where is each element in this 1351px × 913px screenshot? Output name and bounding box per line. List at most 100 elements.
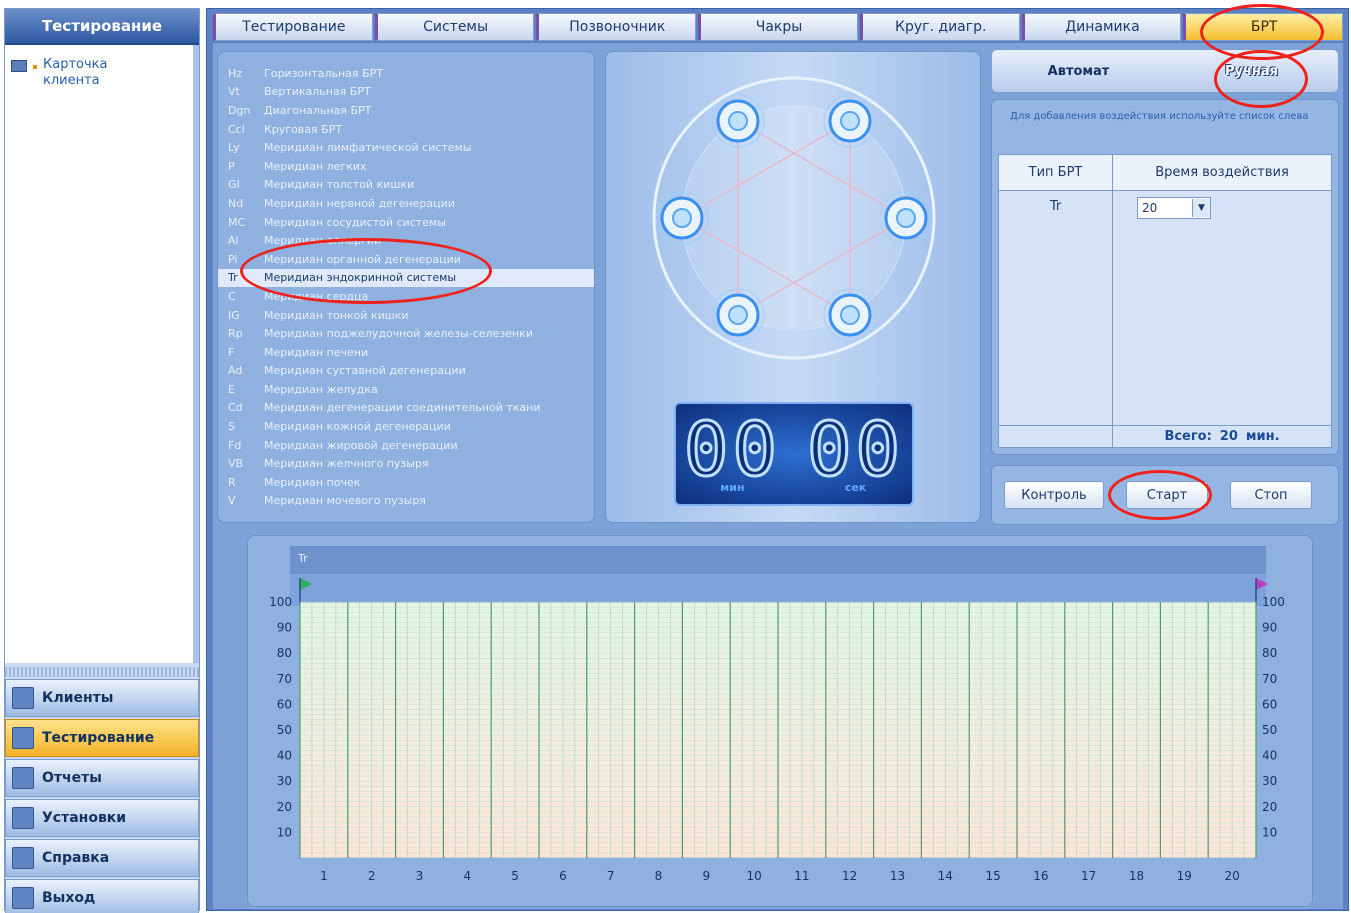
meridian-name: Меридиан тонкой кишки — [264, 308, 409, 322]
sidebar-splitter[interactable] — [5, 667, 199, 677]
chevron-down-icon[interactable]: ▼ — [1192, 199, 1210, 217]
meridian-code: Vt — [228, 85, 240, 99]
meridian-name: Меридиан эндокринной системы — [264, 271, 457, 285]
tab-2[interactable]: Позвоночник — [536, 13, 697, 41]
x-tick: 7 — [607, 869, 615, 883]
sidebar-item-3[interactable]: Установки — [5, 799, 199, 837]
list-item[interactable]: V Меридиан мочевого пузыря — [218, 492, 594, 511]
y-tick-right: 40 — [1262, 749, 1277, 763]
list-item[interactable]: Fd Меридиан жировой дегенерации — [218, 436, 594, 455]
list-item[interactable]: Nd Меридиан нервной дегенерации — [218, 194, 594, 213]
y-tick-left: 60 — [277, 697, 292, 711]
meridian-name: Меридиан сердца — [264, 289, 369, 303]
list-item[interactable]: Ad Меридиан суставной дегенерации — [218, 362, 594, 381]
clients-icon — [12, 687, 34, 709]
list-item[interactable]: Tr Меридиан эндокринной системы — [218, 268, 594, 288]
meridian-code: IG — [228, 308, 240, 322]
mode-manual-button[interactable]: Ручная — [1165, 50, 1338, 92]
tree-item-label: Карточка клиента — [43, 57, 108, 88]
y-tick-left: 90 — [277, 621, 292, 635]
col-header-time: Время воздействия — [1155, 165, 1289, 180]
y-tick-right: 50 — [1262, 723, 1277, 737]
sidebar-item-5[interactable]: Выход — [5, 879, 199, 913]
list-item[interactable]: E Меридиан желудка — [218, 380, 594, 399]
list-item[interactable]: Cd Меридиан дегенерации соединительной тк… — [218, 399, 594, 418]
control-button[interactable]: Контроль — [1004, 481, 1104, 509]
testing-icon — [12, 727, 34, 749]
list-item[interactable]: MC Меридиан сосудистой системы — [218, 213, 594, 232]
sidebar-item-1[interactable]: Тестирование — [5, 719, 199, 757]
y-tick-right: 90 — [1262, 621, 1277, 635]
sidebar-tree: Карточка клиента — [5, 45, 199, 663]
meridian-code: Ly — [228, 141, 240, 155]
sidebar-item-label: Справка — [42, 850, 110, 866]
meridian-code: R — [228, 475, 236, 489]
list-item[interactable]: GI Меридиан толстой кишки — [218, 176, 594, 195]
tree-item-client-card[interactable]: Карточка клиента — [11, 57, 143, 89]
brt-table-header: Тип БРТ Время воздействия — [999, 155, 1331, 191]
tab-6[interactable]: БРТ — [1183, 13, 1344, 41]
meridian-name: Меридиан поджелудочной железы-селезенки — [264, 327, 533, 341]
list-item[interactable]: Ccl Круговая БРТ — [218, 120, 594, 139]
table-row[interactable]: Tr 20 ▼ — [999, 191, 1331, 425]
app-window: Тестирование Карточка клиента Клиенты Тес… — [0, 0, 1351, 913]
x-tick: 20 — [1224, 869, 1239, 883]
bullet-icon — [33, 65, 37, 69]
x-tick: 2 — [368, 869, 376, 883]
sidebar-item-0[interactable]: Клиенты — [5, 679, 199, 717]
meridian-code: Ccl — [228, 122, 245, 136]
list-item[interactable]: R Меридиан почек — [218, 473, 594, 492]
sidebar-title: Тестирование — [5, 9, 199, 45]
meridian-name: Диагональная БРТ — [264, 103, 372, 117]
meridian-name: Меридиан печени — [264, 345, 369, 359]
sidebar-item-label: Установки — [42, 810, 127, 826]
tab-0[interactable]: Тестирование — [213, 13, 373, 41]
reports-icon — [12, 767, 34, 789]
tab-5[interactable]: Динамика — [1021, 13, 1182, 41]
list-item[interactable]: C Меридиан сердца — [218, 287, 594, 306]
sidebar-item-4[interactable]: Справка — [5, 839, 199, 877]
meridian-code: Dgn — [228, 103, 251, 117]
list-item[interactable]: S Меридиан кожной дегенерации — [218, 417, 594, 436]
sidebar-item-2[interactable]: Отчеты — [5, 759, 199, 797]
meridian-code: MC — [228, 215, 246, 229]
meridian-code: Fd — [228, 438, 242, 452]
col-header-type: Тип БРТ — [999, 155, 1113, 190]
list-item[interactable]: Vt Вертикальная БРТ — [218, 83, 594, 102]
sidebar-item-label: Тестирование — [42, 730, 155, 746]
y-tick-left: 70 — [277, 672, 292, 686]
tab-1[interactable]: Системы — [374, 13, 535, 41]
meridian-code: Cd — [228, 401, 243, 415]
settings-icon — [12, 807, 34, 829]
meridian-code: Rp — [228, 327, 243, 341]
list-item[interactable]: Rp Меридиан поджелудочной железы-селезенк… — [218, 324, 594, 343]
tab-3[interactable]: Чакры — [698, 13, 858, 41]
x-tick: 5 — [511, 869, 519, 883]
list-item[interactable]: Al Меридиан аллергии — [218, 231, 594, 250]
brt-table: Тип БРТ Время воздействия Tr 20 ▼ Всего:… — [998, 154, 1332, 448]
list-item[interactable]: Dgn Диагональная БРТ — [218, 101, 594, 120]
x-tick: 4 — [463, 869, 471, 883]
mode-auto-button[interactable]: Автомат — [992, 50, 1165, 92]
tab-4[interactable]: Круг. диагр. — [859, 13, 1020, 41]
chart-flag-strip — [290, 574, 1266, 606]
book-icon — [11, 60, 27, 72]
list-item[interactable]: F Меридиан печени — [218, 343, 594, 362]
sidebar-item-label: Клиенты — [42, 690, 114, 706]
list-item[interactable]: P Меридиан легких — [218, 157, 594, 176]
meridian-name: Меридиан лимфатической системы — [264, 141, 472, 155]
timer-minutes: 00 мин — [682, 411, 781, 494]
help-icon — [12, 847, 34, 869]
list-item[interactable]: Hz Горизонтальная БРТ — [218, 64, 594, 83]
meridian-code: P — [228, 159, 235, 173]
time-select[interactable]: 20 ▼ — [1137, 197, 1211, 219]
meridian-name: Меридиан органной дегенерации — [264, 252, 461, 266]
list-item[interactable]: IG Меридиан тонкой кишки — [218, 306, 594, 325]
start-button[interactable]: Старт — [1126, 481, 1208, 509]
list-item[interactable]: Pi Меридиан органной дегенерации — [218, 250, 594, 269]
y-tick-right: 10 — [1262, 825, 1277, 839]
list-item[interactable]: Ly Меридиан лимфатической системы — [218, 138, 594, 157]
y-tick-left: 20 — [277, 800, 292, 814]
list-item[interactable]: VB Меридиан желчного пузыря — [218, 454, 594, 473]
stop-button[interactable]: Стоп — [1230, 481, 1312, 509]
